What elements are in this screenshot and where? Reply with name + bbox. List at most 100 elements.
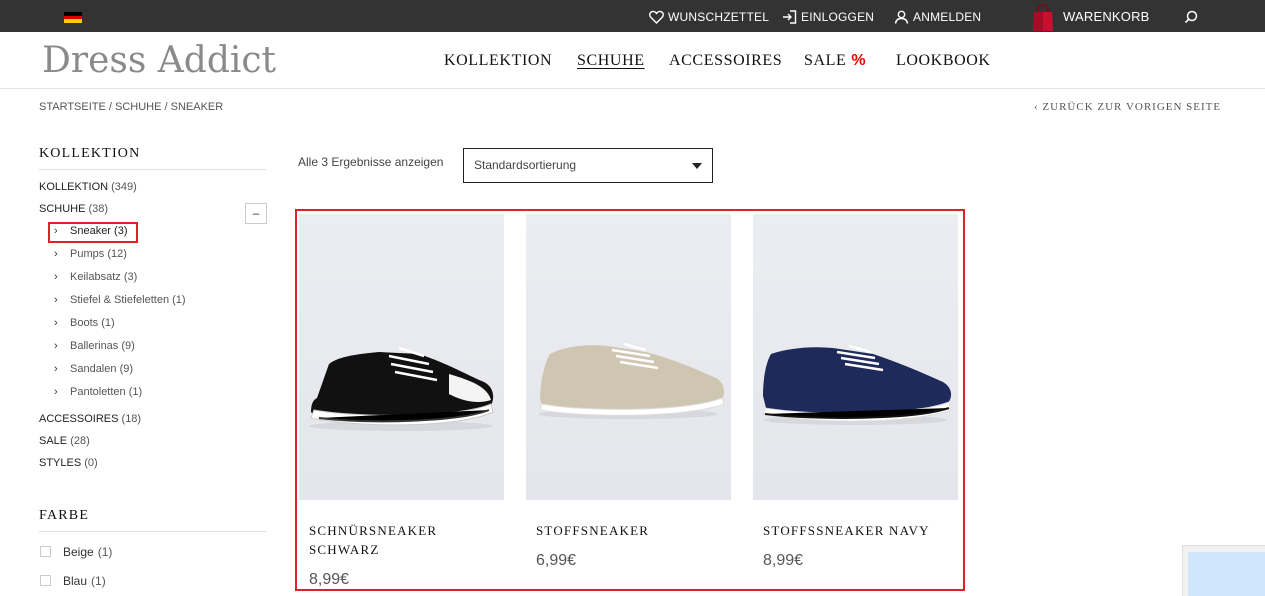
shopping-bag-icon[interactable] xyxy=(1032,4,1054,32)
header-divider xyxy=(0,88,1265,89)
back-link[interactable]: ‹ ZURÜCK ZUR VORIGEN SEITE xyxy=(1034,101,1221,113)
chevron-right-icon: › xyxy=(54,271,58,283)
subcategory-count: (12) xyxy=(107,248,127,260)
subcategory-ballerinas[interactable]: › Ballerinas (9) xyxy=(54,340,135,352)
subcategory-label: Sneaker xyxy=(70,225,111,237)
product-card[interactable]: STOFFSSNEAKER NAVY 8,99€ xyxy=(753,214,958,570)
subcategory-label: Ballerinas xyxy=(70,340,119,352)
chevron-right-icon: › xyxy=(54,248,58,260)
color-filter-beige[interactable]: Beige (1) xyxy=(40,545,112,559)
register-label: ANMELDEN xyxy=(913,10,982,24)
register-link[interactable]: ANMELDEN xyxy=(894,0,981,32)
product-name[interactable]: STOFFSSNEAKER NAVY xyxy=(763,521,953,540)
color-count: (1) xyxy=(91,574,106,588)
subcategory-pumps[interactable]: › Pumps (12) xyxy=(54,248,127,260)
sneaker-image xyxy=(309,346,494,431)
category-kollektion[interactable]: KOLLEKTION (349) xyxy=(39,181,137,193)
chat-widget-panel[interactable] xyxy=(1188,552,1265,596)
sort-value: Standardsortierung xyxy=(474,158,577,172)
product-card[interactable]: SCHNÜRSNEAKER SCHWARZ 8,99€ xyxy=(299,214,504,589)
subcategory-count: (3) xyxy=(114,225,128,237)
product-price: 8,99€ xyxy=(763,552,804,569)
subcategory-count: (1) xyxy=(101,317,115,329)
top-bar: WUNSCHZETTEL EINLOGGEN ANMELDEN WARENKOR… xyxy=(0,0,1265,32)
category-label: KOLLEKTION xyxy=(39,181,109,193)
nav-accessoires[interactable]: ACCESSOIRES xyxy=(669,52,782,70)
category-accessoires[interactable]: ACCESSOIRES (18) xyxy=(39,413,141,425)
color-count: (1) xyxy=(97,545,113,559)
subcategory-boots[interactable]: › Boots (1) xyxy=(54,317,115,329)
breadcrumb[interactable]: STARTSEITE / SCHUHE / SNEAKER xyxy=(39,101,223,113)
subcategory-stiefel[interactable]: › Stiefel & Stiefeletten (1) xyxy=(54,294,186,306)
category-schuhe[interactable]: SCHUHE (38) xyxy=(39,203,108,215)
category-count: (0) xyxy=(84,457,98,469)
subcategory-label: Sandalen xyxy=(70,363,117,375)
sneaker-image xyxy=(538,342,725,419)
category-label: SCHUHE xyxy=(39,203,86,215)
chevron-right-icon: › xyxy=(54,294,58,306)
chat-widget[interactable] xyxy=(1182,545,1265,596)
subcategory-label: Stiefel & Stiefeletten xyxy=(70,294,170,306)
color-filter-blau[interactable]: Blau (1) xyxy=(40,574,106,588)
checkbox[interactable] xyxy=(40,575,51,586)
wishlist-label: WUNSCHZETTEL xyxy=(668,10,770,24)
subcategory-label: Pumps xyxy=(70,248,105,260)
nav-sale[interactable]: SALE% xyxy=(804,52,866,70)
nav-lookbook[interactable]: LOOKBOOK xyxy=(896,52,991,70)
sneaker-image xyxy=(762,344,952,425)
collapse-button[interactable]: – xyxy=(245,203,267,224)
wishlist-link[interactable]: WUNSCHZETTEL xyxy=(649,0,769,32)
subcategory-count: (9) xyxy=(121,340,135,352)
chevron-right-icon: › xyxy=(54,225,58,237)
user-icon xyxy=(894,10,909,24)
heart-icon xyxy=(649,10,664,24)
subcategory-keilabsatz[interactable]: › Keilabsatz (3) xyxy=(54,271,137,283)
category-label: SALE xyxy=(39,435,68,447)
nav-schuhe[interactable]: SCHUHE xyxy=(577,52,645,70)
category-count: (349) xyxy=(111,181,137,193)
category-sale[interactable]: SALE (28) xyxy=(39,435,90,447)
site-logo[interactable]: Dress Addict xyxy=(42,40,276,81)
category-count: (28) xyxy=(70,435,90,447)
collection-heading: KOLLEKTION xyxy=(39,146,141,161)
product-price: 6,99€ xyxy=(536,552,577,569)
subcategory-pantoletten[interactable]: › Pantoletten (1) xyxy=(54,386,142,398)
subcategory-label: Keilabsatz xyxy=(70,271,121,283)
germany-flag-icon[interactable] xyxy=(64,12,82,23)
subcategory-count: (3) xyxy=(123,271,138,283)
product-image[interactable] xyxy=(753,214,958,500)
sort-dropdown[interactable]: Standardsortierung xyxy=(463,148,713,183)
color-label: Blau xyxy=(63,574,88,588)
subcategory-sandalen[interactable]: › Sandalen (9) xyxy=(54,363,133,375)
category-count: (18) xyxy=(121,413,142,425)
search-icon[interactable] xyxy=(1184,10,1198,24)
subcategory-sneaker[interactable]: › Sneaker (3) xyxy=(54,225,128,237)
subcategory-label: Pantoletten xyxy=(70,386,126,398)
product-image[interactable] xyxy=(526,214,731,500)
nav-sale-label: SALE xyxy=(804,52,847,69)
color-divider xyxy=(39,531,266,532)
result-count: Alle 3 Ergebnisse anzeigen xyxy=(298,155,444,169)
category-styles[interactable]: STYLES (0) xyxy=(39,457,98,469)
subcategory-count: (1) xyxy=(172,294,186,306)
cart-link[interactable]: WARENKORB xyxy=(1063,0,1150,32)
login-icon xyxy=(783,10,797,24)
chevron-right-icon: › xyxy=(54,317,58,329)
chevron-right-icon: › xyxy=(54,386,58,398)
collection-divider xyxy=(39,169,266,170)
product-image[interactable] xyxy=(299,214,504,500)
login-link[interactable]: EINLOGGEN xyxy=(782,0,874,32)
product-card[interactable]: STOFFSNEAKER 6,99€ xyxy=(526,214,731,570)
nav-kollektion[interactable]: KOLLEKTION xyxy=(444,52,552,70)
chevron-right-icon: › xyxy=(54,363,58,375)
product-name[interactable]: SCHNÜRSNEAKER SCHWARZ xyxy=(309,521,499,559)
checkbox[interactable] xyxy=(40,546,51,557)
subcategory-count: (1) xyxy=(128,386,143,398)
sale-percent-icon: % xyxy=(851,52,867,69)
login-label: EINLOGGEN xyxy=(801,10,875,24)
color-heading: FARBE xyxy=(39,508,90,523)
subcategory-label: Boots xyxy=(70,317,99,329)
category-count: (38) xyxy=(88,203,109,215)
product-name[interactable]: STOFFSNEAKER xyxy=(536,521,726,540)
product-price: 8,99€ xyxy=(309,571,350,588)
